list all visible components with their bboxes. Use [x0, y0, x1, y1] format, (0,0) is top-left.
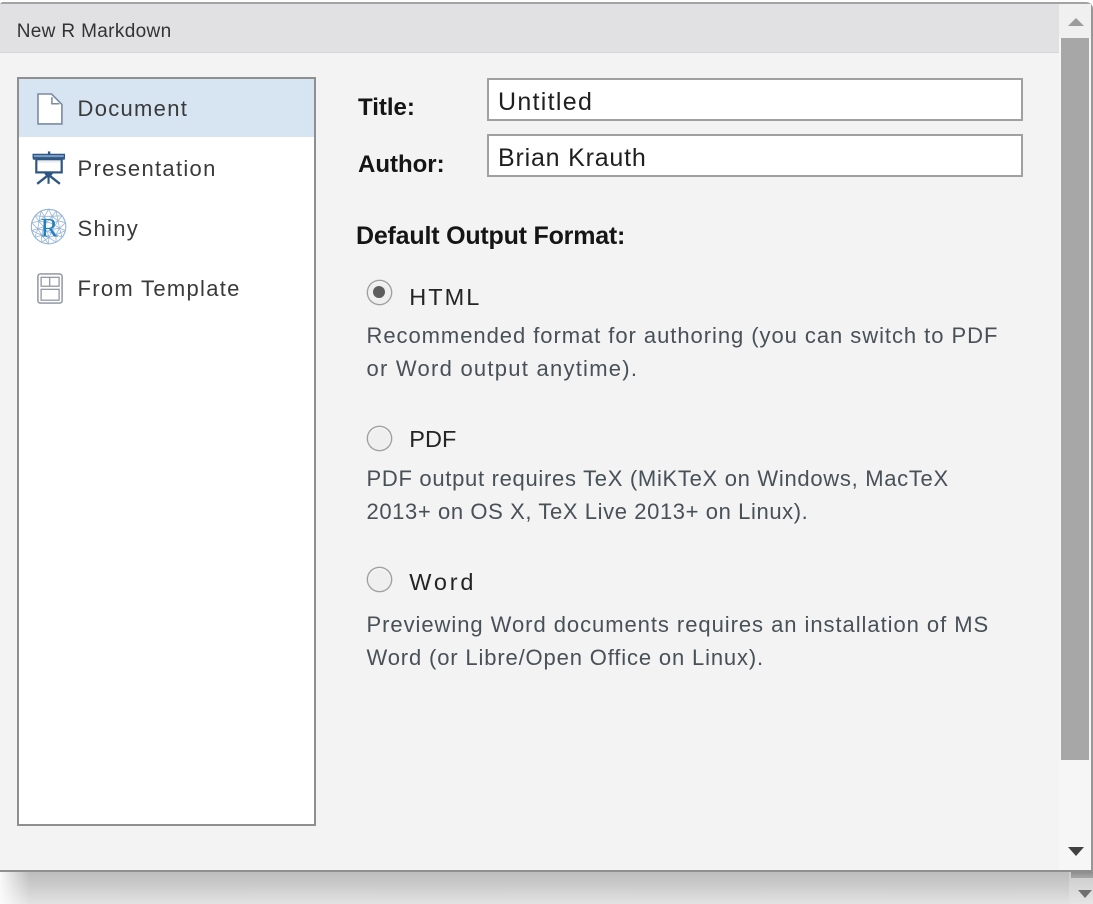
svg-text:R: R [41, 214, 59, 243]
